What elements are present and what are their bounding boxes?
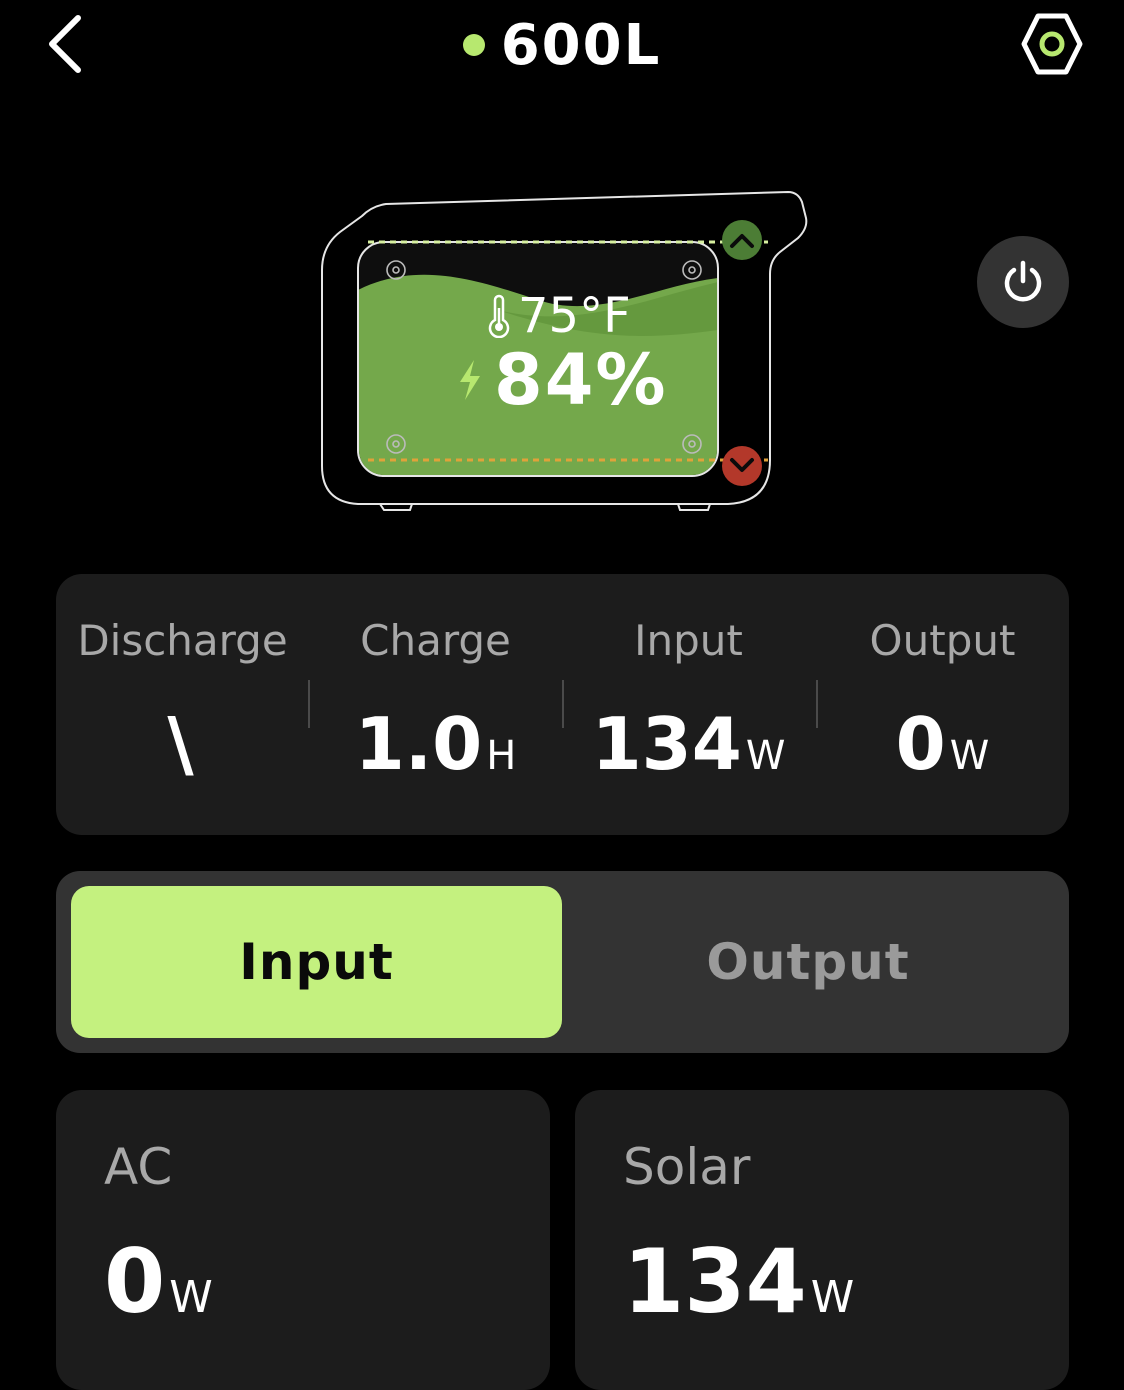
stat-input: Input 134 W <box>562 574 815 835</box>
stat-value: 134 <box>591 702 742 786</box>
device-name: 600L <box>500 12 662 78</box>
stat-value: \ <box>167 702 194 786</box>
lower-limit-marker <box>722 446 762 486</box>
tab-output-label: Output <box>706 933 910 991</box>
temperature-value: 75°F <box>518 288 631 344</box>
battery-percent-display: 84% <box>456 339 668 421</box>
tab-output[interactable]: Output <box>562 886 1054 1038</box>
stats-card: Discharge \ Charge 1.0 H Input 134 W Outpu… <box>56 574 1069 835</box>
settings-button[interactable] <box>1020 12 1084 76</box>
source-label: Solar <box>623 1138 751 1196</box>
stat-unit: H <box>486 733 517 779</box>
tab-input[interactable]: Input <box>71 886 562 1038</box>
stat-discharge: Discharge \ <box>56 574 309 835</box>
input-output-toggle: Input Output <box>56 871 1069 1053</box>
tab-input-label: Input <box>239 933 394 991</box>
battery-percent: 84% <box>494 339 668 421</box>
stat-label: Charge <box>360 616 511 665</box>
hex-settings-icon <box>1021 13 1083 75</box>
source-unit: W <box>169 1272 213 1323</box>
stat-unit: W <box>745 733 786 779</box>
power-button[interactable] <box>977 236 1069 328</box>
source-value: 0 <box>104 1230 166 1333</box>
power-icon <box>1004 260 1042 302</box>
source-unit: W <box>810 1272 855 1323</box>
header-title: 600L <box>0 10 1124 80</box>
thermometer-icon <box>488 294 510 338</box>
source-label: AC <box>104 1138 173 1196</box>
stat-output: Output 0W <box>816 574 1069 835</box>
source-card-ac[interactable]: AC 0W <box>56 1090 550 1390</box>
lightning-icon <box>460 360 480 400</box>
stat-unit: W <box>949 733 990 779</box>
stat-label: Output <box>869 616 1016 665</box>
stat-charge: Charge 1.0 H <box>309 574 562 835</box>
stat-value: 1.0 <box>354 702 483 786</box>
temperature-display: 75°F <box>486 286 631 346</box>
connection-status-dot <box>462 34 485 56</box>
stat-label: Input <box>634 616 743 665</box>
source-card-solar[interactable]: Solar 134W <box>575 1090 1069 1390</box>
stat-label: Discharge <box>77 616 288 665</box>
source-value: 134 <box>623 1230 807 1333</box>
stat-value: 0 <box>895 702 946 786</box>
